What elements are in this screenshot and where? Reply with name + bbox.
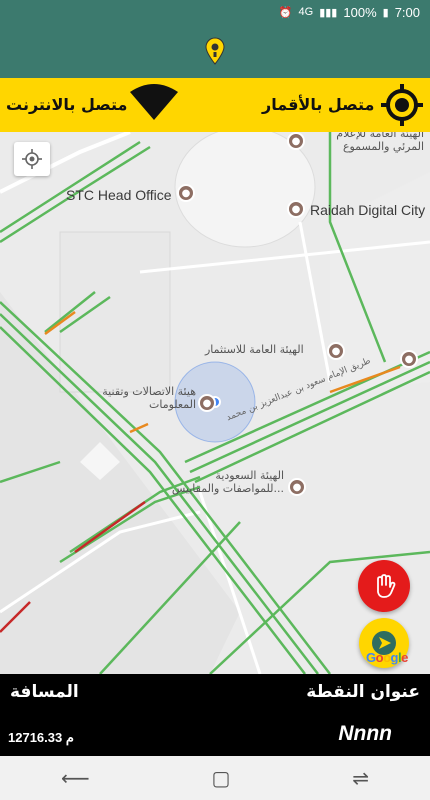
map-label-media-authority[interactable]: الهيئة العامة للإعلام المرئي والمسموع [312,132,424,153]
poi-comm-authority-marker[interactable]: ● [198,394,216,412]
map-label-comm-authority[interactable]: هيئة الاتصالات وتقنية المعلومات [100,385,196,411]
status-bar: ⏰ 4G ▮▮▮ 100% ▮ 7:00 [0,0,430,24]
google-logo: Google [366,650,408,665]
gps-target-icon [381,84,423,126]
hand-stop-icon [377,574,396,598]
poi-investment-authority-marker[interactable]: ● [327,342,345,360]
app-bar [0,24,430,78]
poi-standards-authority-marker[interactable]: ● [288,478,306,496]
map-label-standards-authority[interactable]: الهيئة السعودية للمواصفات والمقاييس... [162,469,284,495]
yellow-pin-logo-icon [205,37,225,65]
internet-status-label: متصل بالانترنت [6,95,128,114]
map-label-raidah[interactable]: Raidah Digital City [310,202,425,218]
poi-unnamed-marker[interactable]: ● [400,350,418,368]
network-label: 4G [298,6,314,18]
poi-stc-marker[interactable]: ● [177,184,195,202]
connection-status-bar: متصل بالانترنت متصل بالأقمار [0,78,430,132]
battery-level: 100% [343,4,377,20]
signal-icon: ▮▮▮ [319,6,338,19]
map-label-stc[interactable]: STC Head Office [66,187,172,203]
battery-icon: ▮ [382,6,389,19]
stop-button[interactable] [358,560,410,612]
system-nav-bar: ⟵ ▢ ⇌ [0,756,430,800]
distance-title-label: المسافة [10,682,79,698]
map-label-investment-authority[interactable]: الهيئة العامة للاستثمار [205,343,304,357]
crosshair-icon [22,149,42,169]
my-location-button[interactable] [14,142,50,176]
distance-value: 12716.33 م [8,730,74,745]
recents-icon[interactable]: ⇌ [352,766,369,790]
point-name-value: Nnnn [338,722,392,745]
poi-raidah-marker[interactable]: ● [287,200,305,218]
satellite-status-label: متصل بالأقمار [262,95,375,114]
back-icon[interactable]: ⟵ [61,766,90,790]
point-info-panel: عنوان النقطة المسافة Nnnn 12716.33 م [0,674,430,756]
alarm-icon: ⏰ [278,6,293,19]
home-icon[interactable]: ▢ [211,766,230,790]
poi-media-authority-marker[interactable]: ● [287,132,305,150]
point-title-label: عنوان النقطة [306,682,420,702]
clock: 7:00 [394,4,420,20]
wifi-signal-icon [130,84,178,120]
